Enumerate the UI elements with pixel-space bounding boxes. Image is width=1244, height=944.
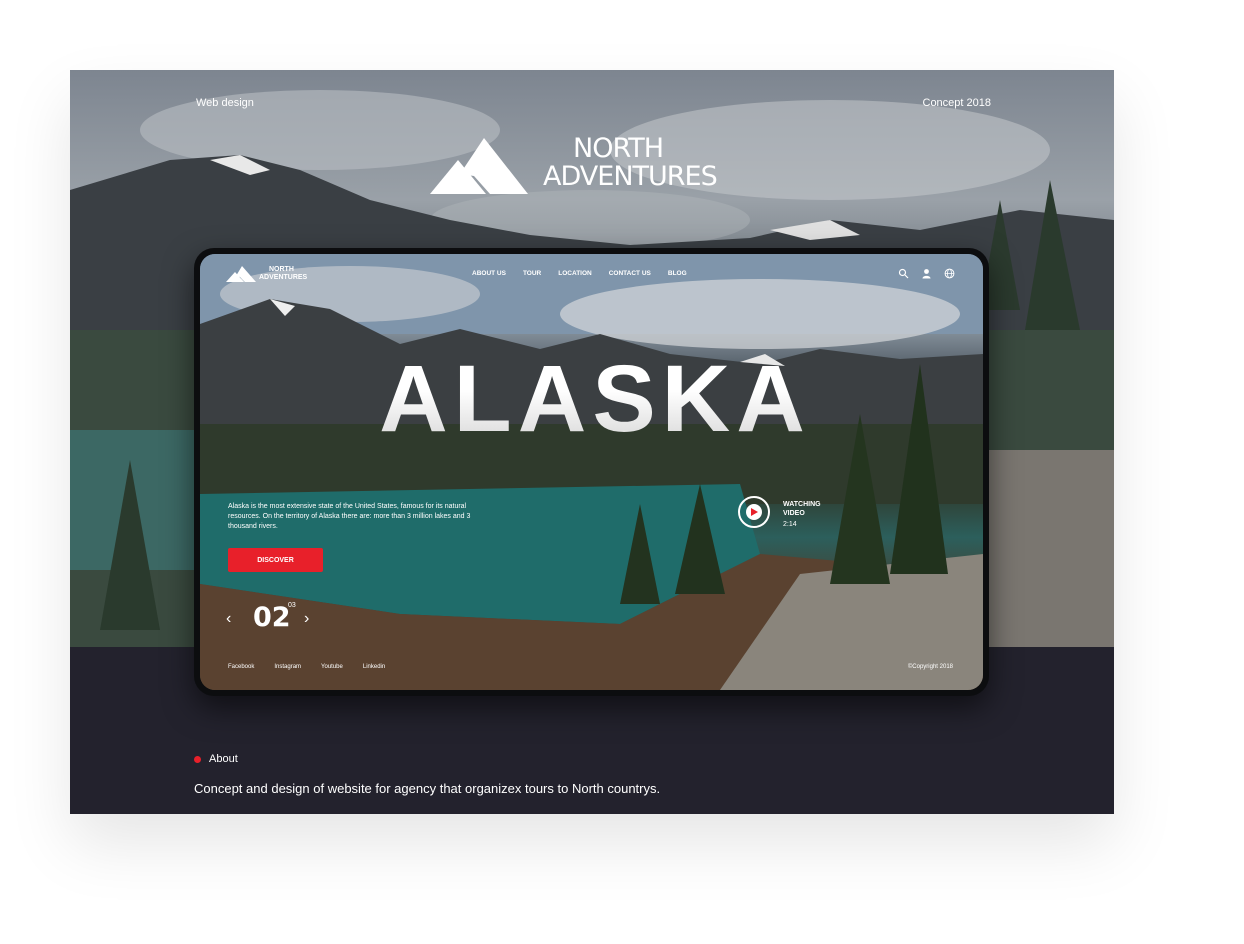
- slide-counter: ‹ 02 03 ›: [226, 602, 326, 633]
- nav-tour[interactable]: TOUR: [523, 270, 541, 277]
- brand-name: NORTH ADVENTURES: [543, 133, 718, 192]
- bullet-dot-icon: [194, 755, 201, 763]
- mountain-logo-icon: [226, 266, 256, 282]
- hero-title: ALASKA: [365, 352, 825, 447]
- nav-about-us[interactable]: ABOUT US: [472, 270, 506, 277]
- discover-button[interactable]: DISCOVER: [228, 548, 323, 572]
- site-logo-line2: ADVENTURES: [259, 274, 308, 281]
- site-nav: ABOUT US TOUR LOCATION CONTACT US BLOG: [472, 270, 704, 277]
- nav-location[interactable]: LOCATION: [558, 270, 591, 277]
- site-logo-line1: NORTH: [269, 266, 294, 273]
- user-icon[interactable]: [921, 266, 932, 279]
- video-label: WATCHING VIDEO: [783, 500, 843, 518]
- mountain-logo-icon: [430, 138, 528, 194]
- project-type: Web design: [196, 97, 254, 109]
- brand-name-line2: ADVENTURES: [543, 161, 718, 192]
- search-icon[interactable]: [898, 266, 909, 279]
- header-icons: [898, 266, 955, 279]
- play-icon: [746, 504, 762, 520]
- prev-arrow-icon[interactable]: ‹: [226, 610, 231, 628]
- social-facebook[interactable]: Facebook: [228, 664, 254, 670]
- social-linkedin[interactable]: Linkedin: [363, 664, 385, 670]
- presentation-card: Web design Concept 2018 NORTH ADVENTURES: [70, 70, 1114, 814]
- social-youtube[interactable]: Youtube: [321, 664, 343, 670]
- slide-current: 02: [253, 602, 291, 633]
- about-label: About: [209, 753, 238, 765]
- nav-blog[interactable]: BLOG: [668, 270, 687, 277]
- play-button[interactable]: [738, 496, 770, 528]
- nav-contact-us[interactable]: CONTACT US: [609, 270, 651, 277]
- watch-video[interactable]: WATCHING VIDEO 2:14: [738, 494, 848, 534]
- site-logo-text: NORTH ADVENTURES: [259, 266, 307, 282]
- next-arrow-icon[interactable]: ›: [304, 610, 309, 628]
- copyright: ©Copyright 2018: [907, 664, 953, 670]
- social-instagram[interactable]: Instagram: [274, 664, 301, 670]
- about-description: Concept and design of website for agency…: [194, 781, 661, 796]
- brand-logo: NORTH ADVENTURES: [430, 135, 730, 197]
- social-links: Facebook Instagram Youtube Linkedin: [228, 664, 405, 670]
- tablet-mockup: NORTH ADVENTURES ABOUT US TOUR LOCATION …: [194, 248, 989, 696]
- globe-icon[interactable]: [944, 266, 955, 279]
- video-duration: 2:14: [783, 521, 797, 528]
- video-label-line2: VIDEO: [783, 510, 805, 517]
- about-heading: About: [194, 753, 238, 765]
- website-screen: NORTH ADVENTURES ABOUT US TOUR LOCATION …: [200, 254, 983, 690]
- site-logo[interactable]: NORTH ADVENTURES: [226, 266, 307, 287]
- project-year: Concept 2018: [922, 97, 992, 109]
- slide-total: 03: [288, 602, 296, 609]
- video-label-line1: WATCHING: [783, 501, 821, 508]
- brand-name-line1: NORTH: [573, 133, 664, 164]
- hero-description: Alaska is the most extensive state of th…: [228, 503, 471, 530]
